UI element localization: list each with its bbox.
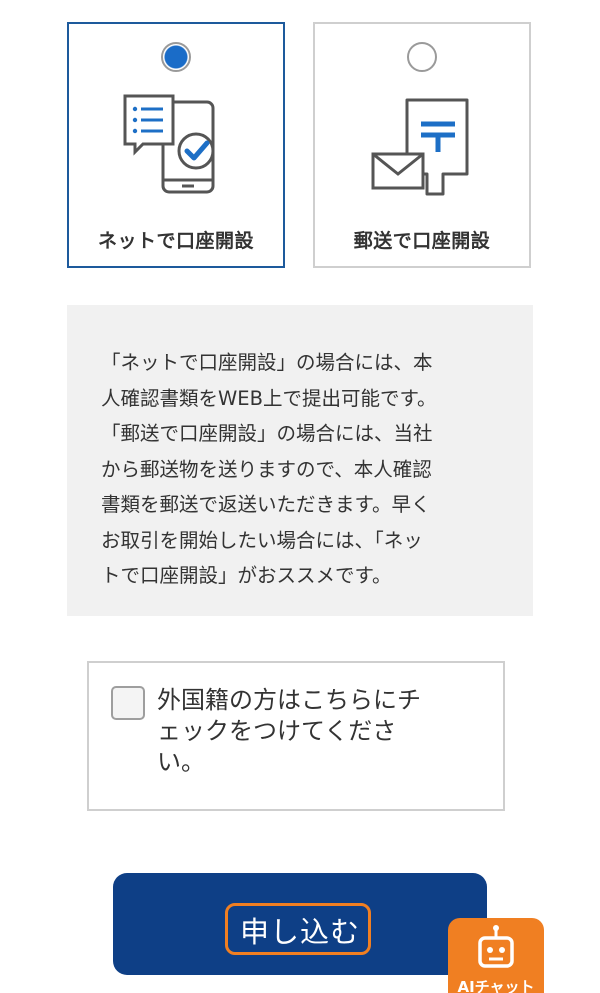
info-box: 「ネットで口座開設」の場合には、本 人確認書類をWEB上で提出可能です。 「郵送… (67, 305, 533, 616)
option-card-mail[interactable]: 郵送で口座開設 (313, 22, 531, 268)
robot-icon (478, 925, 514, 968)
foreign-nationality-box[interactable]: 外国籍の方はこちらにチ ェックをつけてくださ い。 (87, 661, 505, 811)
radio-net[interactable] (161, 42, 191, 72)
submit-label: 申し込む (239, 915, 360, 949)
info-text: 「ネットで口座開設」の場合には、本 人確認書類をWEB上で提出可能です。 「郵送… (101, 351, 437, 587)
option-label-net: ネットで口座開設 (97, 230, 254, 252)
smartphone-check-icon (123, 94, 215, 194)
mail-post-icon (371, 98, 469, 196)
submit-button[interactable]: 申し込む (113, 873, 487, 975)
application-page: ネットで口座開設 郵送で口座開設 「ネットで口座開設」の場合には、本 人確認書類… (0, 0, 600, 993)
ai-chat-label: AIチャット (457, 978, 535, 993)
option-label-mail: 郵送で口座開設 (353, 230, 491, 252)
foreign-nationality-checkbox[interactable] (111, 686, 145, 720)
option-card-net[interactable]: ネットで口座開設 (67, 22, 285, 268)
ai-chat-button[interactable]: AIチャット (448, 918, 544, 993)
foreign-nationality-label: 外国籍の方はこちらにチ ェックをつけてくださ い。 (157, 686, 421, 776)
radio-mail[interactable] (407, 42, 437, 72)
